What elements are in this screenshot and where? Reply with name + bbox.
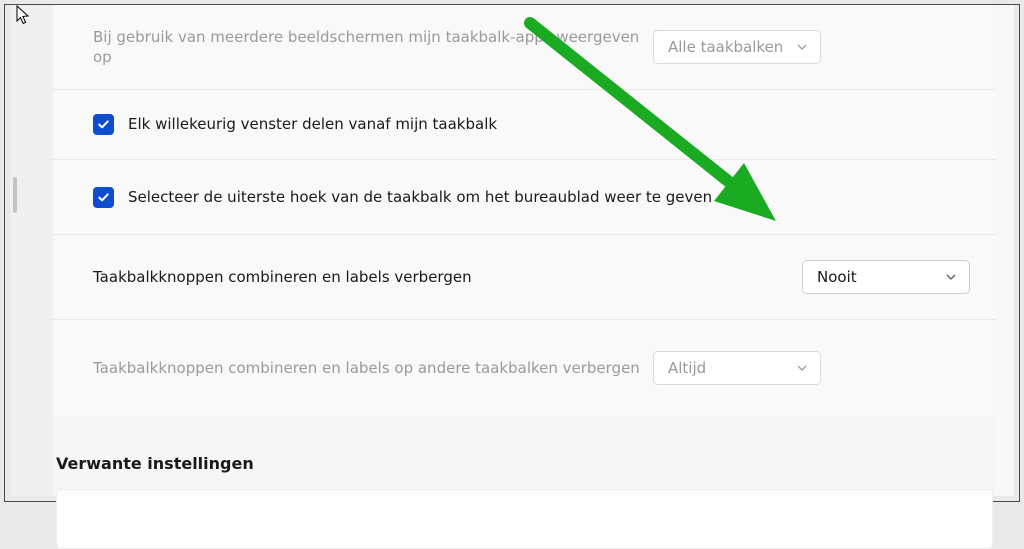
label-combine-primary: Taakbalkknoppen combineren en labels ver… (93, 267, 802, 287)
label-show-desktop: Selecteer de uiterste hoek van de taakba… (128, 187, 970, 207)
label-multi-display: Bij gebruik van meerdere beeldschermen m… (93, 27, 653, 68)
dropdown-multi-display-value: Alle taakbalken (668, 38, 783, 56)
left-rail (10, 5, 53, 496)
check-icon (97, 191, 110, 204)
row-combine-other: Taakbalkknoppen combineren en labels op … (53, 320, 996, 416)
related-card[interactable] (56, 489, 993, 549)
label-combine-other: Taakbalkknoppen combineren en labels op … (93, 358, 653, 378)
dropdown-multi-display[interactable]: Alle taakbalken (653, 30, 821, 64)
row-show-desktop: Selecteer de uiterste hoek van de taakba… (53, 160, 996, 235)
row-combine-primary: Taakbalkknoppen combineren en labels ver… (53, 235, 996, 320)
chevron-down-icon (945, 271, 957, 283)
dropdown-combine-other[interactable]: Altijd (653, 351, 821, 385)
checkbox-show-desktop[interactable] (93, 187, 114, 208)
check-icon (97, 118, 110, 131)
chevron-down-icon (796, 41, 808, 53)
mouse-cursor-icon (16, 5, 32, 27)
settings-panel: Bij gebruik van meerdere beeldschermen m… (53, 5, 996, 496)
label-share-window: Elk willekeurig venster delen vanaf mijn… (128, 114, 970, 134)
row-multi-display: Bij gebruik van meerdere beeldschermen m… (53, 5, 996, 90)
checkbox-share-window[interactable] (93, 114, 114, 135)
dropdown-combine-other-value: Altijd (668, 359, 706, 377)
chevron-down-icon (796, 362, 808, 374)
dropdown-combine-primary[interactable]: Nooit (802, 260, 970, 294)
dropdown-combine-primary-value: Nooit (817, 268, 857, 286)
row-share-window: Elk willekeurig venster delen vanaf mijn… (53, 90, 996, 160)
section-header-related: Verwante instellingen (53, 416, 996, 489)
scroll-thumb-left[interactable] (13, 177, 17, 213)
